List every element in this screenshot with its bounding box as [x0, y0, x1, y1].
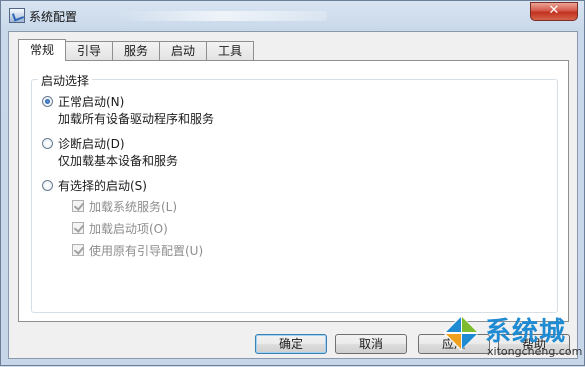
system-config-window: 系统配置 ✕ 常规 引导 服务 启动 工具 启动选择 正常启动(N) 加载所有设… — [0, 0, 585, 366]
use-original-boot-config-checkbox[interactable] — [72, 244, 84, 256]
diagnostic-startup-radio[interactable] — [42, 138, 53, 149]
diagnostic-startup-label[interactable]: 诊断启动(D) — [58, 135, 125, 152]
diagnostic-startup-description: 仅加载基本设备和服务 — [58, 154, 179, 168]
watermark-text: 系统城 — [485, 317, 567, 347]
use-original-boot-config-label[interactable]: 使用原有引导配置(U) — [89, 242, 203, 259]
title-bar[interactable]: 系统配置 ✕ — [1, 1, 584, 31]
load-startup-items-checkbox[interactable] — [72, 222, 84, 234]
window-title: 系统配置 — [29, 10, 78, 24]
msconfig-icon — [9, 8, 25, 23]
close-button[interactable]: ✕ — [530, 2, 578, 21]
load-system-services-label[interactable]: 加载系统服务(L) — [89, 198, 177, 215]
tab-tools[interactable]: 工具 — [206, 41, 254, 60]
xitongcheng-watermark: 系统城 xitongcheng.com — [421, 301, 585, 367]
blurred-title-region — [117, 11, 327, 21]
load-system-services-checkbox[interactable] — [72, 200, 84, 212]
watermark-url: xitongcheng.com — [487, 345, 583, 358]
normal-startup-description: 加载所有设备驱动程序和服务 — [58, 112, 215, 126]
tab-general[interactable]: 常规 — [18, 39, 66, 61]
selective-startup-radio[interactable] — [42, 180, 53, 191]
tab-boot[interactable]: 引导 — [65, 41, 113, 60]
tab-services[interactable]: 服务 — [112, 41, 160, 60]
cancel-button[interactable]: 取消 — [335, 334, 407, 354]
load-startup-items-label[interactable]: 加载启动项(O) — [89, 220, 168, 237]
tab-startup[interactable]: 启动 — [159, 41, 207, 60]
startup-selection-title: 启动选择 — [38, 72, 93, 89]
selective-startup-label[interactable]: 有选择的启动(S) — [58, 177, 147, 194]
normal-startup-radio[interactable] — [42, 96, 53, 107]
general-tab-panel: 启动选择 正常启动(N) 加载所有设备驱动程序和服务 诊断启动(D) 仅加载基本… — [18, 60, 569, 322]
normal-startup-label[interactable]: 正常启动(N) — [58, 93, 124, 110]
xitongcheng-logo-icon — [443, 315, 479, 351]
ok-button[interactable]: 确定 — [255, 334, 327, 354]
